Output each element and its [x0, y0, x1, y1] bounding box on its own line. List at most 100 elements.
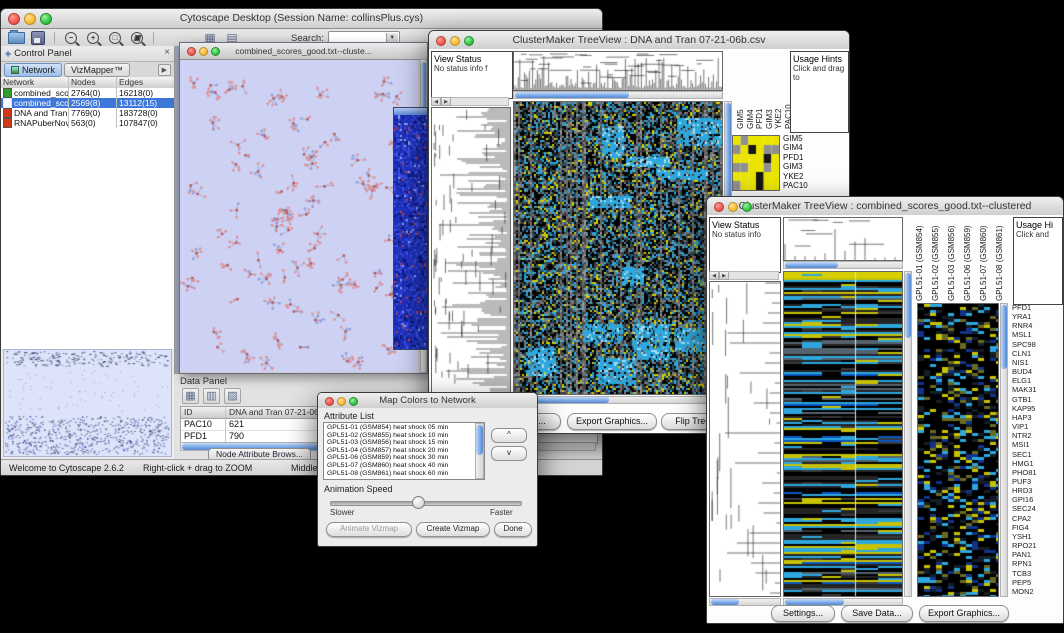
treeview2-titlebar[interactable]: ClusterMaker TreeView : combined_scores_…	[707, 197, 1063, 216]
move-up-button[interactable]: ^	[491, 428, 527, 443]
array-dendrogram-canvas[interactable]	[513, 51, 723, 91]
minimize-window-button[interactable]	[337, 397, 346, 406]
heatmap-canvas[interactable]	[513, 101, 723, 395]
frame-maximize-button[interactable]	[211, 47, 220, 56]
network-list-row[interactable]: RNAPuberNov2+ 563(0) 107847(0)	[1, 118, 174, 128]
network-view2-titlebar[interactable]	[394, 108, 427, 115]
attribute-list-vscrollbar[interactable]	[475, 423, 484, 479]
gene-label[interactable]: MAK31	[1012, 385, 1060, 394]
gene-label[interactable]: NIS1	[1012, 358, 1060, 367]
attribute-functions-button[interactable]: ▥	[203, 388, 220, 404]
gene-label[interactable]: PFD1	[1012, 303, 1060, 312]
zoom-column-label[interactable]: GIM5	[736, 51, 746, 129]
array-tree-hscrollbar[interactable]	[513, 91, 723, 99]
zoom-row-label[interactable]: PFD1	[783, 153, 829, 162]
attribute-list[interactable]: GPL51-01 (GSM854) heat shock 05 min GPL51…	[325, 424, 474, 478]
attribute-list-item[interactable]: GPL51-07 (GSM860) heat shock 40 min	[325, 462, 474, 470]
gene-label[interactable]: HRD3	[1012, 486, 1060, 495]
attribute-list-item[interactable]: GPL51-03 (GSM856) heat shock 15 min	[325, 439, 474, 447]
gene-label[interactable]: HAP3	[1012, 413, 1060, 422]
animation-speed-slider[interactable]	[330, 501, 522, 506]
move-down-button[interactable]: v	[491, 446, 527, 461]
treeview1-titlebar[interactable]: ClusterMaker TreeView : DNA and Tran 07-…	[429, 31, 849, 50]
zoom-column-label[interactable]: GIM3	[765, 51, 775, 129]
dropdown-arrow-icon[interactable]: ▼	[386, 33, 398, 43]
gene-label[interactable]: SEC24	[1012, 504, 1060, 513]
column-edges[interactable]: Edges	[117, 77, 172, 88]
save-data-button[interactable]: Save Data...	[841, 605, 913, 622]
network2-canvas[interactable]	[394, 115, 427, 349]
minimize-window-button[interactable]	[450, 36, 460, 46]
network-list-row[interactable]: DNA and Tran 07 7769(0) 183728(0)	[1, 108, 174, 118]
maximize-window-button[interactable]	[40, 13, 52, 25]
close-panel-icon[interactable]: ×	[164, 47, 170, 58]
zoom-out-button[interactable]: −	[62, 31, 80, 46]
gene-dendrogram-canvas[interactable]	[709, 281, 781, 597]
gene-label[interactable]: RNR4	[1012, 321, 1060, 330]
scroll-left-icon[interactable]: ◀	[709, 271, 719, 280]
heatmap-vscrollbar[interactable]	[904, 271, 912, 597]
settings-button[interactable]: Settings...	[771, 605, 835, 622]
network-view-titlebar[interactable]: combined_scores_good.txt--cluste...	[180, 43, 427, 60]
zoom-column-label[interactable]: GPL51-06 (GSM859)	[963, 217, 979, 301]
gene-label[interactable]: PUF3	[1012, 477, 1060, 486]
close-window-button[interactable]	[436, 36, 446, 46]
tab-network[interactable]: Network	[4, 63, 62, 77]
zoom-heatmap-canvas[interactable]	[917, 303, 999, 597]
minimize-window-button[interactable]	[24, 13, 36, 25]
zoom-column-label[interactable]: YKE2	[774, 51, 784, 129]
create-vizmap-button[interactable]: Create Vizmap	[416, 522, 490, 537]
gene-label[interactable]: TCB3	[1012, 569, 1060, 578]
gene-label[interactable]: CLN1	[1012, 349, 1060, 358]
gene-label[interactable]: BUD4	[1012, 367, 1060, 376]
select-attributes-button[interactable]: ▦	[182, 388, 199, 404]
tab-vizmapper[interactable]: VizMapper™	[64, 63, 130, 77]
close-window-button[interactable]	[714, 202, 724, 212]
gene-dendrogram-canvas[interactable]	[431, 107, 511, 395]
array-dendrogram-canvas[interactable]	[783, 217, 903, 261]
gene-label[interactable]: PHO81	[1012, 468, 1060, 477]
gene-label[interactable]: PEP5	[1012, 578, 1060, 587]
tree-hscrollbar-small[interactable]: ◀ ▶	[709, 271, 779, 280]
zoom-heatmap-canvas[interactable]	[732, 135, 780, 191]
gene-label[interactable]: GPI16	[1012, 495, 1060, 504]
zoom-vscrollbar[interactable]	[1000, 303, 1008, 597]
gene-label[interactable]: MSL1	[1012, 330, 1060, 339]
animate-vizmap-button[interactable]: Animate Vizmap	[326, 522, 412, 537]
zoom-column-label[interactable]: GIM4	[746, 51, 756, 129]
open-session-button[interactable]	[7, 31, 25, 46]
gene-label[interactable]: MON2	[1012, 587, 1060, 596]
heatmap-hscrollbar[interactable]	[513, 396, 723, 404]
scroll-right-icon[interactable]: ▶	[719, 271, 729, 280]
gene-label[interactable]: SEC1	[1012, 450, 1060, 459]
heatmap-canvas[interactable]	[783, 271, 903, 597]
tab-overflow-button[interactable]: ▶	[158, 64, 171, 76]
maximize-window-button[interactable]	[349, 397, 358, 406]
zoom-fit-button[interactable]: □	[106, 31, 124, 46]
export-graphics-button[interactable]: Export Graphics...	[567, 413, 657, 430]
close-window-button[interactable]	[325, 397, 334, 406]
attribute-list-item[interactable]: GPL51-01 (GSM854) heat shock 05 min	[325, 424, 474, 432]
zoom-column-label[interactable]: GPL51-03 (GSM856)	[947, 217, 963, 301]
gene-label[interactable]: YSH1	[1012, 532, 1060, 541]
minimize-window-button[interactable]	[728, 202, 738, 212]
dialog-titlebar[interactable]: Map Colors to Network	[318, 393, 537, 409]
column-nodes[interactable]: Nodes	[69, 77, 117, 88]
gene-label[interactable]: ELG1	[1012, 376, 1060, 385]
zoom-column-label[interactable]: PFD1	[755, 51, 765, 129]
gene-label[interactable]: RPO21	[1012, 541, 1060, 550]
gene-label[interactable]: VIP1	[1012, 422, 1060, 431]
zoom-column-label[interactable]: GPL51-07 (GSM860)	[979, 217, 995, 301]
gene-label[interactable]: PAN1	[1012, 550, 1060, 559]
zoom-row-label[interactable]: PAC10	[783, 181, 829, 190]
zoom-row-label[interactable]: GIM4	[783, 143, 829, 152]
attribute-list-item[interactable]: GPL51-08 (GSM861) heat shock 60 min	[325, 470, 474, 478]
gene-label[interactable]: SPC98	[1012, 340, 1060, 349]
export-graphics-button[interactable]: Export Graphics...	[919, 605, 1009, 622]
gene-label[interactable]: NTR2	[1012, 431, 1060, 440]
gene-label[interactable]: FIG4	[1012, 523, 1060, 532]
zoom-row-label[interactable]: GIM3	[783, 162, 829, 171]
tree-hscrollbar-small[interactable]: ◀ ▶	[431, 97, 509, 106]
frame-close-button[interactable]	[187, 47, 196, 56]
column-id[interactable]: ID	[181, 407, 226, 418]
